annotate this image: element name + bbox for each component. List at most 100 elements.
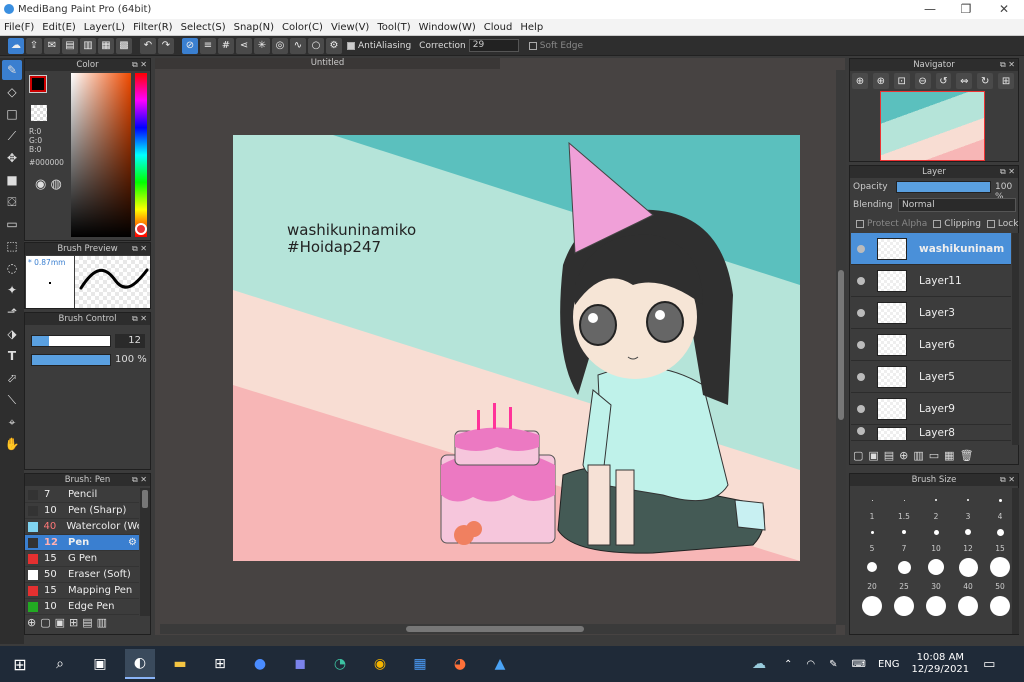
windows-start-icon[interactable]: ⊞ <box>5 649 35 679</box>
document-tab[interactable]: Untitled <box>155 58 500 69</box>
transparent-swatch[interactable] <box>31 105 47 121</box>
size-dot[interactable] <box>856 492 888 508</box>
share-icon[interactable]: ⇪ <box>26 37 42 54</box>
size-dot[interactable] <box>952 492 984 508</box>
fit-icon[interactable]: ⊡ <box>893 73 910 89</box>
menu-file[interactable]: File(F) <box>0 22 38 33</box>
snap-parallel-icon[interactable]: ≡ <box>200 37 216 54</box>
operation-tool-icon[interactable]: ⬀ <box>2 368 22 388</box>
close-button[interactable]: ✕ <box>986 0 1022 19</box>
zoom-reset-icon[interactable]: ⊖ <box>914 73 931 89</box>
brush-item-mapping-pen[interactable]: 15 Mapping Pen <box>25 583 139 599</box>
fill-shape-tool-icon[interactable]: ■ <box>2 170 22 190</box>
page-icon[interactable]: ▥ <box>80 37 96 54</box>
layer-row[interactable]: Layer9 <box>851 393 1011 425</box>
frames-icon[interactable]: ▦ <box>98 37 114 54</box>
brush-item-pen-sharp[interactable]: 10 Pen (Sharp) <box>25 503 139 519</box>
navigator-thumbnail[interactable] <box>880 91 985 161</box>
clock[interactable]: 10:08 AM 12/29/2021 <box>912 652 970 676</box>
size-dot[interactable] <box>952 556 984 578</box>
flip-icon[interactable]: ⇔ <box>956 73 973 89</box>
size-dot[interactable] <box>888 556 920 578</box>
notification-icon[interactable]: ▭ <box>983 657 995 672</box>
size-dot[interactable] <box>856 594 888 618</box>
layer-row[interactable]: Layer11 <box>851 265 1011 297</box>
divide-tool-icon[interactable]: ⟍ <box>2 390 22 410</box>
correction-select[interactable]: 29 <box>468 39 519 52</box>
snap-grid-icon[interactable]: # <box>218 37 234 54</box>
size-dot[interactable] <box>920 556 952 578</box>
comment-icon[interactable]: ✉ <box>44 37 60 54</box>
antialiasing-checkbox[interactable] <box>347 41 355 50</box>
snap-vanishing-icon[interactable]: ⋖ <box>236 37 252 54</box>
undo-icon[interactable]: ↶ <box>140 37 156 54</box>
brush-list-actions[interactable]: ⊕▢▣⊞▤▥ <box>27 616 111 629</box>
rectangle-tool-icon[interactable]: □ <box>2 104 22 124</box>
brush-item-pencil[interactable]: 7 Pencil <box>25 487 139 503</box>
file-explorer-icon[interactable]: ▬ <box>165 649 195 679</box>
hand-tool-icon[interactable]: ✋ <box>2 434 22 454</box>
brush-size-scrollbar[interactable] <box>1012 488 1019 634</box>
snap-off-icon[interactable]: ⊘ <box>182 37 198 54</box>
menu-cloud[interactable]: Cloud <box>480 22 517 33</box>
snap-curve-icon[interactable]: ∿ <box>290 37 306 54</box>
brush-item-eraser-soft[interactable]: 50 Eraser (Soft) <box>25 567 139 583</box>
eraser-tool-icon[interactable]: ◇ <box>2 82 22 102</box>
palette-icon[interactable]: ◉ ◍ <box>35 177 62 192</box>
menu-edit[interactable]: Edit(E) <box>38 22 80 33</box>
panel-close-icon[interactable]: ⧉ ✕ <box>132 59 147 71</box>
size-dot[interactable] <box>888 524 920 540</box>
grid-icon[interactable]: ▩ <box>116 37 132 54</box>
menu-window[interactable]: Window(W) <box>415 22 480 33</box>
brush-opacity-slider[interactable] <box>31 354 111 366</box>
menu-help[interactable]: Help <box>516 22 547 33</box>
menu-snap[interactable]: Snap(N) <box>230 22 278 33</box>
task-view-icon[interactable]: ▣ <box>85 649 115 679</box>
layer-row[interactable]: Layer3 <box>851 297 1011 329</box>
hue-slider[interactable] <box>135 73 147 237</box>
layer-row[interactable]: washikuninam <box>851 233 1011 265</box>
artwork-canvas[interactable]: washikuninamiko #Hoidap247 <box>233 135 800 561</box>
zoom-app-icon[interactable]: ● <box>245 649 275 679</box>
rotate-left-icon[interactable]: ↺ <box>935 73 952 89</box>
visibility-eye-icon[interactable] <box>857 372 865 381</box>
menu-filter[interactable]: Filter(R) <box>129 22 177 33</box>
select-eraser-icon[interactable]: ⬗ <box>2 324 22 344</box>
gradient-tool-icon[interactable]: ▭ <box>2 214 22 234</box>
layer-opacity-slider[interactable] <box>896 181 991 193</box>
language-indicator[interactable]: ENG <box>878 659 900 670</box>
teams-icon[interactable]: ◼ <box>285 649 315 679</box>
brush-size-value[interactable]: 12 <box>115 334 145 348</box>
size-dot[interactable] <box>952 594 984 618</box>
line-tool-icon[interactable]: ⟋ <box>2 126 22 146</box>
brush-item-g-pen[interactable]: 15 G Pen <box>25 551 139 567</box>
snap-settings-icon[interactable]: ⚙ <box>326 37 342 54</box>
onedrive-icon[interactable]: ☁ <box>752 656 766 672</box>
snap-radial-icon[interactable]: ✳ <box>254 37 270 54</box>
brush-item-watercolor[interactable]: 40 Watercolor (We <box>25 519 139 535</box>
wifi-icon[interactable]: ◠ <box>806 659 815 670</box>
layer-row[interactable]: Layer8 <box>851 425 1011 441</box>
brush-item-edge-pen[interactable]: 10 Edge Pen <box>25 599 139 615</box>
canvas-horizontal-scrollbar[interactable] <box>160 624 836 634</box>
layer-actions[interactable]: ▢▣▤⊕▥▭▦🗑 <box>853 449 979 462</box>
rotate-right-icon[interactable]: ↻ <box>977 73 994 89</box>
brush-tool-icon[interactable]: ✎ <box>2 60 22 80</box>
menu-color[interactable]: Color(C) <box>278 22 327 33</box>
soft-edge-checkbox[interactable] <box>528 41 537 50</box>
zoom-out-icon[interactable]: ⊕ <box>872 73 889 89</box>
size-dot[interactable] <box>888 594 920 618</box>
settings-gear-icon[interactable]: ⚙ <box>128 537 139 548</box>
layer-list-scrollbar[interactable] <box>1012 233 1019 445</box>
panel-close-icon[interactable]: ⧉ ✕ <box>132 313 147 325</box>
size-dot[interactable] <box>856 524 888 540</box>
medibang-app-icon[interactable]: ▦ <box>405 649 435 679</box>
size-dot[interactable] <box>920 492 952 508</box>
saturation-value-picker[interactable] <box>71 73 131 237</box>
lasso-tool-icon[interactable]: ◌ <box>2 258 22 278</box>
brush-item-pen[interactable]: 12 Pen ⚙ <box>25 535 139 551</box>
menu-select[interactable]: Select(S) <box>177 22 230 33</box>
foreground-color-swatch[interactable] <box>29 75 47 93</box>
chrome-icon[interactable]: ◉ <box>365 649 395 679</box>
chat-icon[interactable]: ▤ <box>62 37 78 54</box>
